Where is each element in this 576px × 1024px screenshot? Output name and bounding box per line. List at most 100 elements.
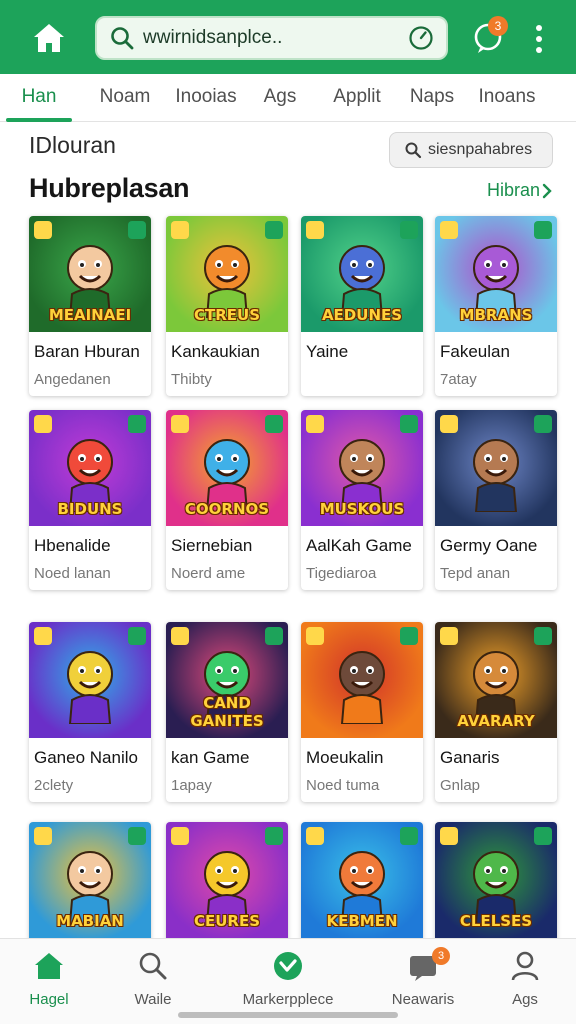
nav-item-marketplace[interactable]: Markerpplece — [218, 947, 358, 1017]
search-icon — [111, 27, 134, 50]
game-subtitle: Tepd anan — [440, 565, 511, 582]
game-subtitle: 1apay — [171, 777, 212, 794]
game-thumbnail: BIDUNS — [29, 410, 151, 526]
badge-icon — [440, 221, 458, 239]
filter-chip[interactable]: siesnpahabres — [389, 132, 553, 168]
game-thumbnail: MBRANS — [435, 216, 557, 332]
game-thumbnail — [435, 410, 557, 526]
game-logo-text: CAND GANITES — [190, 694, 264, 730]
see-all-label: Hibran — [487, 180, 541, 200]
nav-news-badge: 3 — [432, 947, 450, 965]
verified-icon — [400, 627, 418, 645]
profile-icon — [511, 951, 539, 981]
game-card[interactable]: Ganeo Nanilo 2clety — [29, 622, 151, 802]
verified-icon — [265, 415, 283, 433]
game-logo-text: MUSKOUS — [319, 500, 405, 518]
tab-han[interactable]: Han — [6, 74, 72, 122]
game-thumbnail: CEURES — [166, 822, 288, 938]
game-card[interactable]: CAND GANITES kan Game 1apay — [166, 622, 288, 802]
game-logo-text: CEURES — [193, 912, 261, 930]
game-logo-text: AVARARY — [457, 712, 535, 730]
game-thumbnail — [301, 622, 423, 738]
game-thumbnail — [29, 622, 151, 738]
game-logo-text: CLELSES — [459, 912, 533, 930]
game-title: Hbenalide — [34, 536, 111, 555]
game-logo-text: KEBMEN — [326, 912, 398, 930]
check-circle-icon[interactable] — [408, 25, 434, 51]
badge-icon — [171, 221, 189, 239]
game-thumbnail: CLELSES — [435, 822, 557, 938]
search-input[interactable]: wwirnidsanplce.. — [95, 16, 448, 60]
game-subtitle: Thibty — [171, 371, 212, 388]
marketplace-check-icon — [274, 952, 302, 980]
game-card[interactable]: MUSKOUS AalKah Game Tigediaroa — [301, 410, 423, 590]
game-card[interactable]: COORNOS Siernebian Noerd ame — [166, 410, 288, 590]
badge-icon — [34, 627, 52, 645]
top-app-bar: wwirnidsanplce.. 3 — [0, 0, 576, 74]
tab-applit[interactable]: Applit — [322, 74, 392, 122]
badge-icon — [306, 827, 324, 845]
home-indicator — [178, 1012, 398, 1018]
nav-label-search: Waile — [134, 991, 172, 1008]
nav-item-search[interactable]: Waile — [98, 947, 208, 1017]
nav-label-profile: Ags — [512, 991, 538, 1008]
verified-icon — [400, 827, 418, 845]
home-button[interactable] — [28, 18, 70, 58]
tab-naps[interactable]: Naps — [404, 74, 460, 122]
verified-icon — [534, 827, 552, 845]
section-title: Hubreplasan — [29, 173, 190, 203]
nav-label-marketplace: Markerpplece — [242, 991, 334, 1008]
nav-item-news[interactable]: 3 Neawaris — [368, 947, 478, 1017]
game-title: kan Game — [171, 748, 250, 767]
game-title: AalKah Game — [306, 536, 412, 555]
tab-noam[interactable]: Noam — [90, 74, 160, 122]
verified-icon — [128, 221, 146, 239]
verified-icon — [265, 221, 283, 239]
game-title: Fakeulan — [440, 342, 510, 361]
notification-badge: 3 — [488, 16, 508, 36]
filter-chip-label: siesnpahabres — [428, 141, 533, 158]
see-all-link[interactable]: Hibran — [487, 180, 554, 201]
game-subtitle: 2clety — [34, 777, 74, 794]
badge-icon — [34, 221, 52, 239]
game-title: Moeukalin — [306, 748, 384, 767]
tab-inoans[interactable]: Inoans — [474, 74, 540, 122]
game-card[interactable]: CTREUS Kankaukian Thibty — [166, 216, 288, 396]
category-label: IDlouran — [29, 132, 116, 158]
verified-icon — [534, 627, 552, 645]
game-card[interactable]: BIDUNS Hbenalide Noed lanan — [29, 410, 151, 590]
verified-icon — [128, 415, 146, 433]
verified-icon — [534, 415, 552, 433]
game-logo-text: MEAINAEI — [48, 306, 132, 324]
game-logo-text: MBRANS — [459, 306, 533, 324]
verified-icon — [400, 415, 418, 433]
game-card[interactable]: MEAINAEI Baran Hburan Angedanen — [29, 216, 151, 396]
character-art — [473, 439, 519, 513]
verified-icon — [128, 627, 146, 645]
search-icon — [405, 142, 422, 159]
game-subtitle: 7atay — [440, 371, 477, 388]
game-card[interactable]: AEDUNES Yaine — [301, 216, 423, 396]
nav-label-home: Hagel — [29, 991, 69, 1008]
game-subtitle: Noed tuma — [306, 777, 380, 794]
game-thumbnail: CAND GANITES — [166, 622, 288, 738]
game-logo-text: AEDUNES — [321, 306, 403, 324]
tab-ags[interactable]: Ags — [252, 74, 308, 122]
game-title: Yaine — [306, 342, 349, 361]
game-card[interactable]: AVARARY Ganaris Gnlap — [435, 622, 557, 802]
nav-item-home[interactable]: Hagel — [0, 947, 104, 1017]
nav-item-profile[interactable]: Ags — [470, 947, 576, 1017]
verified-icon — [265, 627, 283, 645]
game-card[interactable]: MBRANS Fakeulan 7atay — [435, 216, 557, 396]
badge-icon — [34, 415, 52, 433]
character-art — [339, 651, 385, 725]
game-card[interactable]: Moeukalin Noed tuma — [301, 622, 423, 802]
game-subtitle: Tigediaroa — [306, 565, 377, 582]
more-vert-icon[interactable] — [528, 22, 550, 56]
chevron-right-icon — [542, 183, 552, 198]
badge-icon — [306, 627, 324, 645]
game-card[interactable]: Germy Oane Tepd anan — [435, 410, 557, 590]
tab-inooias[interactable]: Inooias — [168, 74, 244, 122]
badge-icon — [440, 627, 458, 645]
badge-icon — [306, 415, 324, 433]
